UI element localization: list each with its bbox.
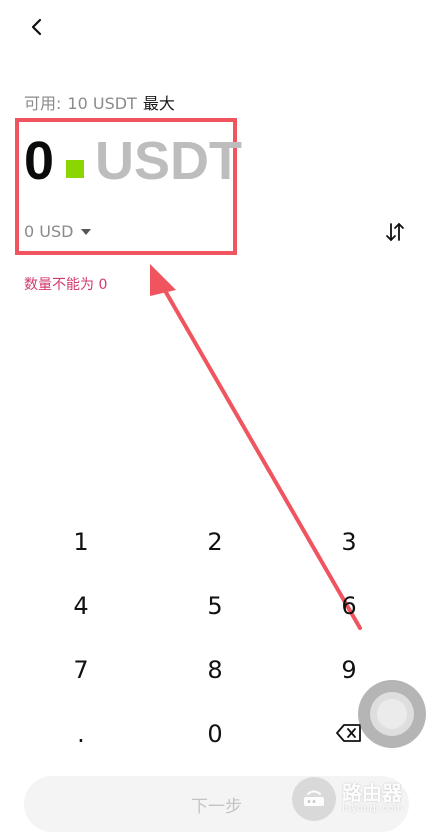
watermark: 路由器 luyouqi.com	[292, 773, 427, 825]
fiat-currency-selector[interactable]: 0 USD	[24, 222, 92, 241]
key-5[interactable]: 5	[148, 574, 282, 638]
key-8[interactable]: 8	[148, 638, 282, 702]
fiat-value: 0 USD	[24, 222, 74, 241]
key-0[interactable]: 0	[148, 702, 282, 766]
key-4[interactable]: 4	[14, 574, 148, 638]
error-message: 数量不能为 0	[24, 277, 108, 293]
swap-vertical-icon	[383, 220, 407, 248]
key-6[interactable]: 6	[282, 574, 416, 638]
floating-ball-core	[377, 699, 407, 729]
key-2[interactable]: 2	[148, 510, 282, 574]
key-7[interactable]: 7	[14, 638, 148, 702]
amount-unit: USDT	[95, 131, 242, 191]
available-amount: 10 USDT	[67, 94, 137, 113]
key-decimal[interactable]: .	[14, 702, 148, 766]
available-balance-row: 可用: 10 USDT 最大	[24, 90, 175, 114]
caret-down-icon	[81, 228, 92, 235]
numeric-keypad: 1 2 3 4 5 6 7 8 9 . 0	[14, 510, 416, 766]
key-3[interactable]: 3	[282, 510, 416, 574]
swap-button[interactable]	[380, 220, 410, 248]
watermark-domain: luyouqi.com	[342, 803, 404, 815]
back-button[interactable]	[22, 14, 52, 44]
floating-assistive-button[interactable]	[358, 680, 426, 748]
key-1[interactable]: 1	[14, 510, 148, 574]
max-button[interactable]: 最大	[143, 90, 175, 114]
router-logo-icon	[292, 777, 336, 821]
backspace-icon	[336, 720, 362, 748]
watermark-name: 路由器	[342, 781, 402, 806]
available-label: 可用:	[24, 94, 62, 113]
floating-ball-ring	[370, 692, 414, 736]
amount-input-value[interactable]: 0	[24, 130, 54, 192]
chevron-left-icon	[30, 17, 44, 41]
text-cursor	[66, 160, 84, 178]
